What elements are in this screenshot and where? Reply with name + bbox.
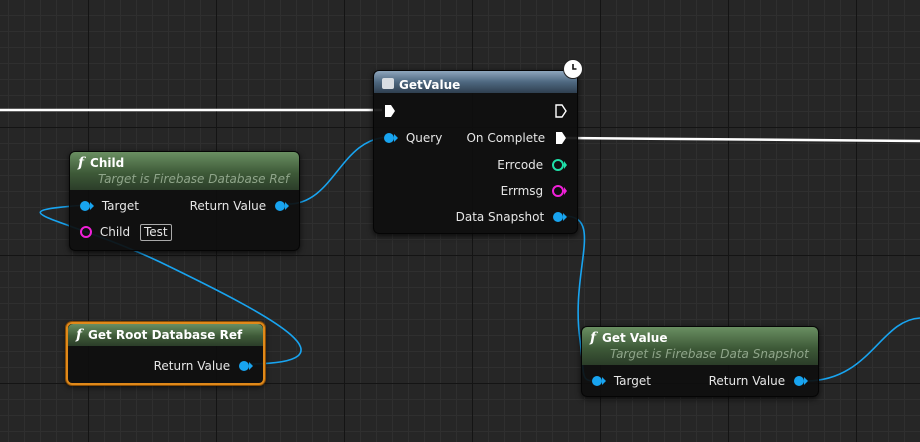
node-title: Get Value <box>602 331 668 345</box>
pin-label: Child <box>99 225 131 239</box>
exec-wire-out[interactable] <box>565 136 920 143</box>
node-subtitle: Target is Firebase Data Snapshot <box>610 347 809 361</box>
node-header[interactable]: GetValue <box>374 71 577 93</box>
exec-out-pin[interactable] <box>555 103 567 119</box>
errcode-pin[interactable]: Errcode <box>497 157 567 173</box>
pin-label: On Complete <box>466 131 546 145</box>
node-title: GetValue <box>399 78 461 92</box>
exec-out-icon <box>555 103 567 118</box>
pin-label: Query <box>405 131 443 145</box>
pin-label: Return Value <box>153 359 231 373</box>
return-value-pin[interactable]: Return Value <box>154 358 253 374</box>
pin-label: Errmsg <box>500 184 544 198</box>
data-snapshot-pin[interactable]: Data Snapshot <box>456 209 567 225</box>
pin-label: Errcode <box>497 158 544 172</box>
node-title: Get Root Database Ref <box>88 328 243 342</box>
function-icon: f <box>76 327 83 343</box>
object-pin-icon <box>794 375 804 386</box>
object-pin-icon <box>80 200 90 211</box>
get-value-node[interactable]: f Get Value Target is Firebase Data Snaps… <box>581 326 819 397</box>
child-node[interactable]: f Child Target is Firebase Database Ref T… <box>69 151 300 251</box>
string-pin-icon <box>80 225 92 238</box>
function-icon: f <box>78 155 85 171</box>
wire-value-out[interactable] <box>805 317 920 382</box>
node-header[interactable]: f Get Root Database Ref <box>68 324 263 346</box>
exec-in-pin[interactable] <box>384 103 396 119</box>
exec-out-icon <box>556 131 566 144</box>
database-icon <box>382 78 394 89</box>
function-icon: f <box>590 330 597 346</box>
string-pin-icon <box>552 184 564 197</box>
node-header[interactable]: f Get Value Target is Firebase Data Snaps… <box>582 327 818 365</box>
child-name-input[interactable]: Test <box>139 224 172 241</box>
pin-label: Target <box>101 199 139 213</box>
exec-in-icon <box>385 104 395 117</box>
node-header[interactable]: f Child Target is Firebase Database Ref <box>70 152 299 190</box>
return-value-pin[interactable]: Return Value <box>709 373 808 389</box>
node-subtitle: Target is Firebase Database Ref <box>98 172 290 186</box>
child-pin[interactable]: Child Test <box>80 224 172 241</box>
object-pin-icon <box>384 132 394 143</box>
on-complete-pin[interactable]: On Complete <box>466 130 567 146</box>
node-title: Child <box>90 156 125 170</box>
get-root-database-ref-node[interactable]: f Get Root Database Ref Return Value <box>66 322 265 385</box>
object-pin-icon <box>592 375 602 386</box>
object-pin-icon <box>275 200 285 211</box>
query-pin[interactable]: Query <box>384 130 442 146</box>
errmsg-pin[interactable]: Errmsg <box>501 183 567 199</box>
getvalue-latent-node[interactable]: GetValue Query On Complete Errcode Errms… <box>373 70 578 234</box>
target-pin[interactable]: Target <box>592 373 651 389</box>
clock-icon <box>563 59 583 79</box>
pin-label: Target <box>613 374 651 388</box>
pin-label: Data Snapshot <box>455 210 545 224</box>
object-pin-icon <box>239 360 249 371</box>
return-value-pin[interactable]: Return Value <box>190 198 289 214</box>
target-pin[interactable]: Target <box>80 198 139 214</box>
object-pin-icon <box>553 211 563 222</box>
pin-label: Return Value <box>708 374 786 388</box>
pin-label: Return Value <box>189 199 267 213</box>
int-pin-icon <box>552 158 564 171</box>
